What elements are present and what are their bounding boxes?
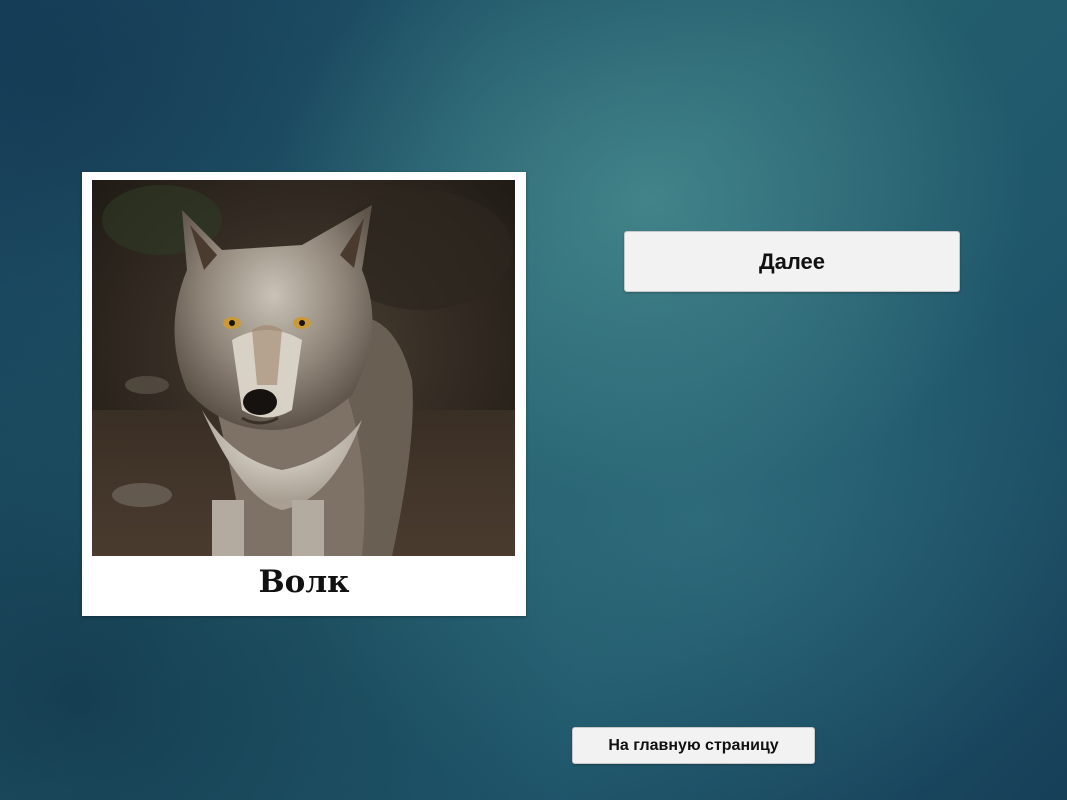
animal-name-caption: Волк <box>258 564 350 600</box>
home-page-button[interactable]: На главную страницу <box>572 727 815 764</box>
next-button[interactable]: Далее <box>624 231 960 292</box>
animal-card: Волк <box>82 172 526 616</box>
wolf-photo <box>92 180 515 556</box>
